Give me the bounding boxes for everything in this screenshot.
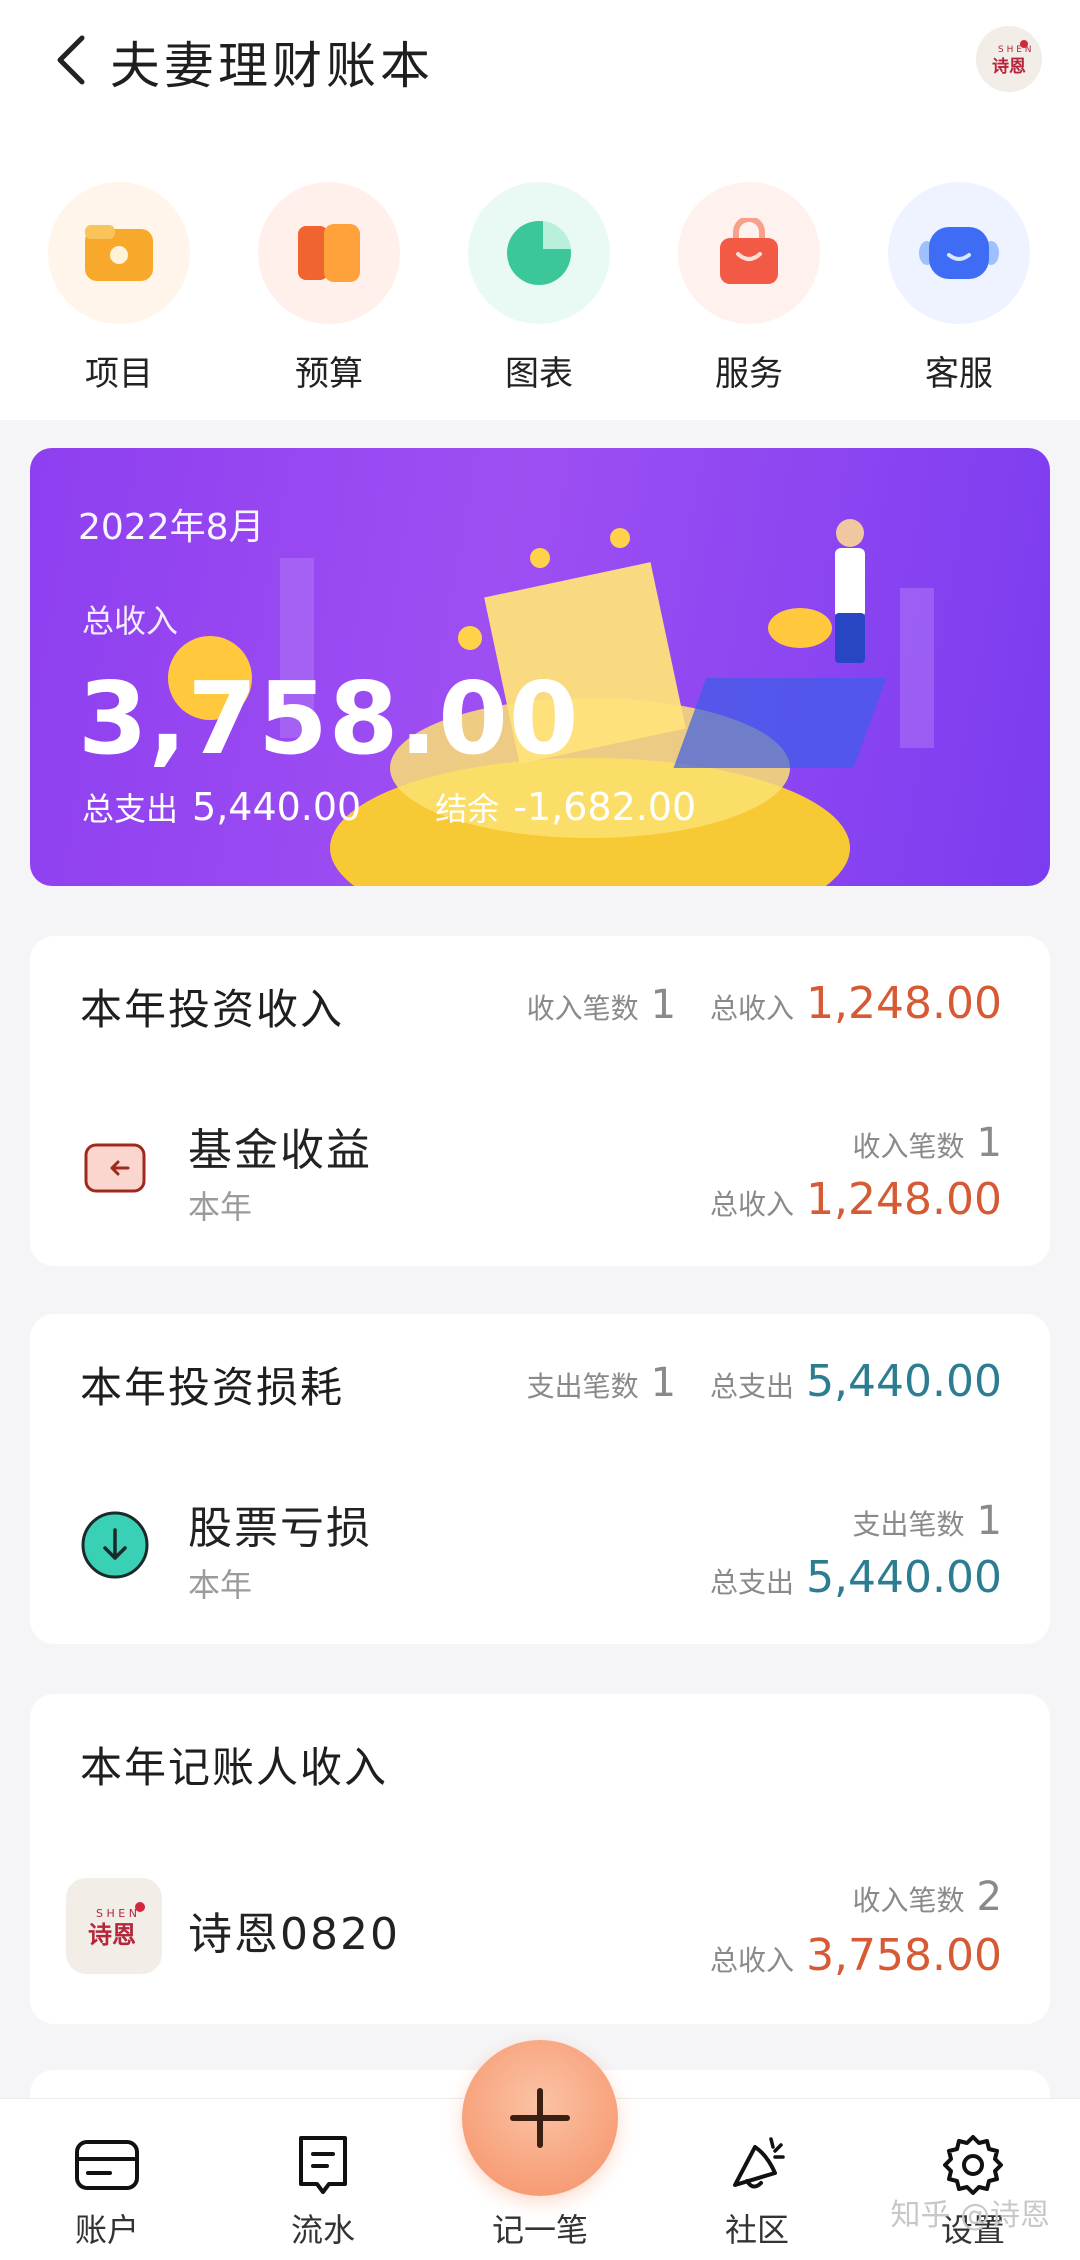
item-total-row: 总收入 1,248.00 <box>710 1174 1002 1225</box>
total-expense-value: 5,440.00 <box>192 785 362 829</box>
summary-month: 2022年8月 <box>78 507 265 548</box>
balance-value: -1,682.00 <box>513 785 697 829</box>
count-label: 支出笔数 <box>852 1508 965 1541</box>
tab-community[interactable]: 社区 <box>682 2133 832 2251</box>
bookkeeper-avatar: S H E N 诗恩 <box>66 1878 162 1974</box>
quick-action-label: 项目 <box>85 354 153 394</box>
item-count-row: 收入笔数 2 <box>853 1874 1002 1920</box>
count-value: 1 <box>976 1498 1002 1544</box>
card-summary-stats: 收入笔数 1 总收入 1,248.00 <box>527 978 1002 1029</box>
tab-label: 流水 <box>290 2211 355 2249</box>
count-label: 支出笔数 <box>526 1370 639 1403</box>
wallet-in-icon <box>80 1132 150 1202</box>
community-icon <box>682 2133 832 2197</box>
total-expense-label: 总支出 <box>82 790 179 828</box>
item-name: 诗恩0820 <box>188 1909 400 1960</box>
quick-action-service[interactable]: 服务 <box>674 182 824 402</box>
count-label: 收入笔数 <box>852 1130 965 1163</box>
card-title: 本年记账人收入 <box>80 1743 389 1792</box>
card-title: 本年投资损耗 <box>80 1363 345 1412</box>
count-label: 收入笔数 <box>526 992 639 1025</box>
budget-icon <box>258 182 400 324</box>
summary-subrow: 总支出 5,440.00 结余 -1,682.00 <box>82 784 696 830</box>
quick-action-label: 客服 <box>925 354 993 394</box>
total-income-value: 3,758.00 <box>78 660 580 777</box>
total-value: 1,248.00 <box>806 1174 1002 1225</box>
robot-icon <box>888 182 1030 324</box>
tab-account[interactable]: 账户 <box>32 2133 182 2251</box>
item-name: 股票亏损 <box>188 1503 372 1554</box>
folder-icon <box>48 182 190 324</box>
shopping-bag-icon <box>678 182 820 324</box>
total-label: 总收入 <box>710 1944 795 1977</box>
count-value: 1 <box>650 982 677 1028</box>
brand-logo-icon: S H E N 诗恩 <box>976 26 1042 92</box>
item-count-row: 收入笔数 1 <box>853 1120 1002 1166</box>
item-count-row: 支出笔数 1 <box>853 1498 1002 1544</box>
svg-text:诗恩: 诗恩 <box>88 1921 136 1949</box>
item-period: 本年 <box>188 1566 253 1604</box>
total-label: 总收入 <box>710 992 795 1025</box>
down-arrow-circle-icon <box>80 1510 150 1580</box>
card-title: 本年投资收入 <box>80 985 345 1034</box>
svg-text:诗恩: 诗恩 <box>992 57 1026 77</box>
item-total-row: 总收入 3,758.00 <box>710 1930 1002 1981</box>
brand-logo-icon: S H E N 诗恩 <box>88 1902 145 1949</box>
total-income-label: 总收入 <box>82 602 179 640</box>
quick-action-label: 图表 <box>505 354 573 394</box>
wallet-card-icon <box>32 2133 182 2197</box>
item-name: 基金收益 <box>188 1125 372 1176</box>
quick-action-chart[interactable]: 图表 <box>464 182 614 402</box>
add-record-button[interactable] <box>462 2040 618 2196</box>
watermark: 知乎 @诗恩 <box>890 2198 1050 2233</box>
tab-label: 记一笔 <box>491 2211 588 2249</box>
invest-loss-card[interactable]: 本年投资损耗 支出笔数 1 总支出 5,440.00 股票亏损 本年 支出笔数 … <box>30 1314 1050 1644</box>
total-label: 总收入 <box>710 1188 795 1221</box>
count-value: 2 <box>976 1874 1002 1920</box>
bookkeeper-income-card[interactable]: 本年记账人收入 S H E N 诗恩 诗恩0820 收入笔数 2 总收入 3,7… <box>30 1694 1050 2024</box>
pie-chart-icon <box>468 182 610 324</box>
quick-action-budget[interactable]: 预算 <box>254 182 404 402</box>
total-label: 总支出 <box>710 1566 795 1599</box>
gear-icon <box>898 2133 1048 2197</box>
count-label: 收入笔数 <box>852 1884 965 1917</box>
app-header: 夫妻理财账本 S H E N 诗恩 <box>0 0 1080 130</box>
page-title: 夫妻理财账本 <box>110 37 434 95</box>
total-value: 5,440.00 <box>806 1356 1002 1407</box>
plus-icon <box>510 2088 570 2148</box>
card-summary-stats: 支出笔数 1 总支出 5,440.00 <box>527 1356 1002 1407</box>
item-total-row: 总支出 5,440.00 <box>710 1552 1002 1603</box>
back-arrow-icon[interactable] <box>52 30 92 90</box>
quick-actions-bar: 项目 预算 图表 服务 客服 <box>0 130 1080 420</box>
tab-label: 账户 <box>74 2211 139 2249</box>
receipt-icon <box>248 2133 398 2197</box>
quick-action-support[interactable]: 客服 <box>884 182 1034 402</box>
item-period: 本年 <box>188 1188 253 1226</box>
quick-action-label: 服务 <box>715 354 783 394</box>
total-label: 总支出 <box>710 1370 795 1403</box>
count-value: 1 <box>976 1120 1002 1166</box>
quick-action-project[interactable]: 项目 <box>44 182 194 402</box>
tab-transactions[interactable]: 流水 <box>248 2133 398 2251</box>
quick-action-label: 预算 <box>295 354 363 394</box>
monthly-summary-banner[interactable]: 2022年8月 总收入 3,758.00 总支出 5,440.00 结余 -1,… <box>30 448 1050 886</box>
invest-income-card[interactable]: 本年投资收入 收入笔数 1 总收入 1,248.00 基金收益 本年 收入笔数 … <box>30 936 1050 1266</box>
balance-label: 结余 <box>435 790 500 828</box>
total-value: 3,758.00 <box>806 1930 1002 1981</box>
svg-text:S H E N: S H E N <box>96 1907 137 1920</box>
total-value: 1,248.00 <box>806 978 1002 1029</box>
user-avatar[interactable]: S H E N 诗恩 <box>976 26 1042 92</box>
total-value: 5,440.00 <box>806 1552 1002 1603</box>
count-value: 1 <box>650 1360 677 1406</box>
tab-label: 社区 <box>724 2211 789 2249</box>
